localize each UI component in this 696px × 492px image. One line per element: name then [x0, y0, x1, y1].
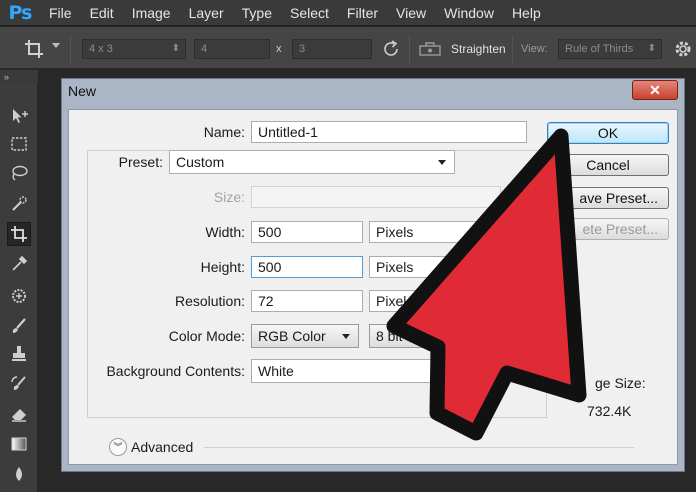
height-value: 500	[258, 259, 282, 275]
crop-height-input[interactable]: 3	[292, 39, 372, 59]
new-document-dialog: New ✕ Name: Untitled-1 Preset: Custom Si…	[61, 78, 685, 472]
crop-width-input[interactable]: 4	[194, 39, 270, 59]
bit-depth-select[interactable]: 8 bit	[369, 324, 479, 348]
width-value: 500	[258, 224, 282, 240]
preset-select[interactable]: Custom	[169, 150, 455, 174]
background-contents-select[interactable]: White	[251, 359, 481, 383]
lasso-icon[interactable]	[7, 161, 31, 185]
options-bar: 4 x 3 ⬍ 4 x 3 Straighten View: Rule of T…	[0, 27, 696, 69]
background-contents-label: Background Contents:	[106, 363, 245, 379]
blur-icon[interactable]	[7, 462, 31, 486]
tools-panel	[0, 84, 38, 492]
resolution-unit-value: Pixel	[376, 293, 407, 309]
menu-help[interactable]: Help	[503, 0, 550, 26]
menu-window[interactable]: Window	[435, 0, 503, 26]
cancel-button[interactable]: Cancel	[547, 154, 669, 176]
image-size-value: 732.4K	[587, 403, 632, 419]
tool-preset-arrow-icon[interactable]	[52, 43, 60, 48]
width-input[interactable]: 500	[251, 221, 363, 243]
times-sign: x	[276, 43, 282, 55]
brush-icon[interactable]	[7, 314, 31, 338]
color-mode-label: Color Mode:	[168, 328, 245, 344]
crop-height-value: 3	[299, 43, 306, 55]
move-icon[interactable]	[7, 104, 31, 128]
color-mode-value: RGB Color	[258, 328, 326, 344]
crop-icon[interactable]	[22, 37, 48, 61]
menu-filter[interactable]: Filter	[338, 0, 387, 26]
overlay-view-value: Rule of Thirds	[565, 43, 634, 55]
background-contents-value: White	[258, 363, 294, 379]
marquee-icon[interactable]	[7, 132, 31, 156]
advanced-divider	[204, 447, 634, 448]
height-unit-value: Pixels	[376, 259, 414, 275]
crop-width-value: 4	[201, 43, 208, 55]
chevron-double-down-icon[interactable]: ︾	[109, 438, 127, 456]
image-size-label: ge Size:	[595, 375, 646, 391]
menu-file[interactable]: File	[40, 0, 81, 26]
height-label: Height:	[200, 259, 245, 275]
menu-image[interactable]: Image	[123, 0, 180, 26]
size-label: Size:	[213, 189, 245, 205]
bit-depth-value: 8 bit	[376, 328, 403, 344]
save-preset-button[interactable]: ave Preset...	[547, 187, 669, 209]
width-unit-select[interactable]: Pixels	[369, 221, 479, 243]
eraser-icon[interactable]	[7, 402, 31, 426]
level-icon[interactable]	[418, 40, 442, 58]
menu-edit[interactable]: Edit	[81, 0, 123, 26]
menu-layer[interactable]: Layer	[180, 0, 233, 26]
resolution-unit-select[interactable]: Pixel	[369, 290, 479, 312]
preset-value: Custom	[176, 154, 225, 170]
chevron-down-icon	[438, 160, 446, 165]
resolution-value: 72	[258, 293, 274, 309]
ok-button[interactable]: OK	[547, 122, 669, 144]
close-icon: ✕	[649, 81, 661, 98]
updown-icon: ⬍	[171, 43, 180, 54]
menu-type[interactable]: Type	[233, 0, 281, 26]
width-unit-value: Pixels	[376, 224, 414, 240]
resolution-input[interactable]: 72	[251, 290, 363, 312]
crop-tool-icon[interactable]	[7, 222, 31, 246]
dialog-title: New	[68, 83, 97, 99]
menu-bar: Ps File Edit Image Layer Type Select Fil…	[0, 0, 696, 26]
straighten-button[interactable]: Straighten	[451, 39, 506, 59]
quick-select-icon[interactable]	[7, 192, 31, 216]
rotate-icon[interactable]	[380, 38, 402, 60]
app-logo: Ps	[8, 1, 33, 24]
clone-stamp-icon[interactable]	[7, 342, 31, 366]
overlay-view-select[interactable]: Rule of Thirds ⬍	[558, 39, 662, 59]
size-select	[251, 186, 501, 208]
color-mode-select[interactable]: RGB Color	[251, 324, 359, 348]
gear-icon[interactable]	[672, 38, 694, 60]
panel-collapse-strip[interactable]: »	[0, 70, 38, 84]
preset-label: Preset:	[118, 154, 163, 170]
photoshop-window: Ps File Edit Image Layer Type Select Fil…	[0, 0, 696, 492]
healing-brush-icon[interactable]	[7, 284, 31, 308]
gradient-icon[interactable]	[7, 432, 31, 456]
name-label: Name:	[203, 124, 245, 140]
history-brush-icon[interactable]	[7, 372, 31, 396]
view-label: View:	[521, 43, 548, 55]
name-value: Untitled-1	[258, 124, 318, 140]
dialog-body: Name: Untitled-1 Preset: Custom Size: Wi…	[68, 109, 678, 465]
updown-icon: ⬍	[647, 43, 656, 54]
advanced-toggle[interactable]: Advanced	[131, 436, 201, 458]
delete-preset-button: ete Preset...	[547, 218, 669, 240]
resolution-label: Resolution:	[174, 293, 245, 309]
close-button[interactable]: ✕	[632, 80, 678, 100]
width-label: Width:	[205, 224, 245, 240]
height-input[interactable]: 500	[251, 256, 363, 278]
ratio-preset-value: 4 x 3	[89, 43, 113, 55]
chevron-down-icon	[342, 334, 350, 339]
ratio-preset-select[interactable]: 4 x 3 ⬍	[82, 39, 186, 59]
menu-view[interactable]: View	[387, 0, 435, 26]
height-unit-select[interactable]: Pixels	[369, 256, 479, 278]
name-input[interactable]: Untitled-1	[251, 121, 527, 143]
menu-select[interactable]: Select	[281, 0, 338, 26]
eyedropper-icon[interactable]	[7, 252, 31, 276]
